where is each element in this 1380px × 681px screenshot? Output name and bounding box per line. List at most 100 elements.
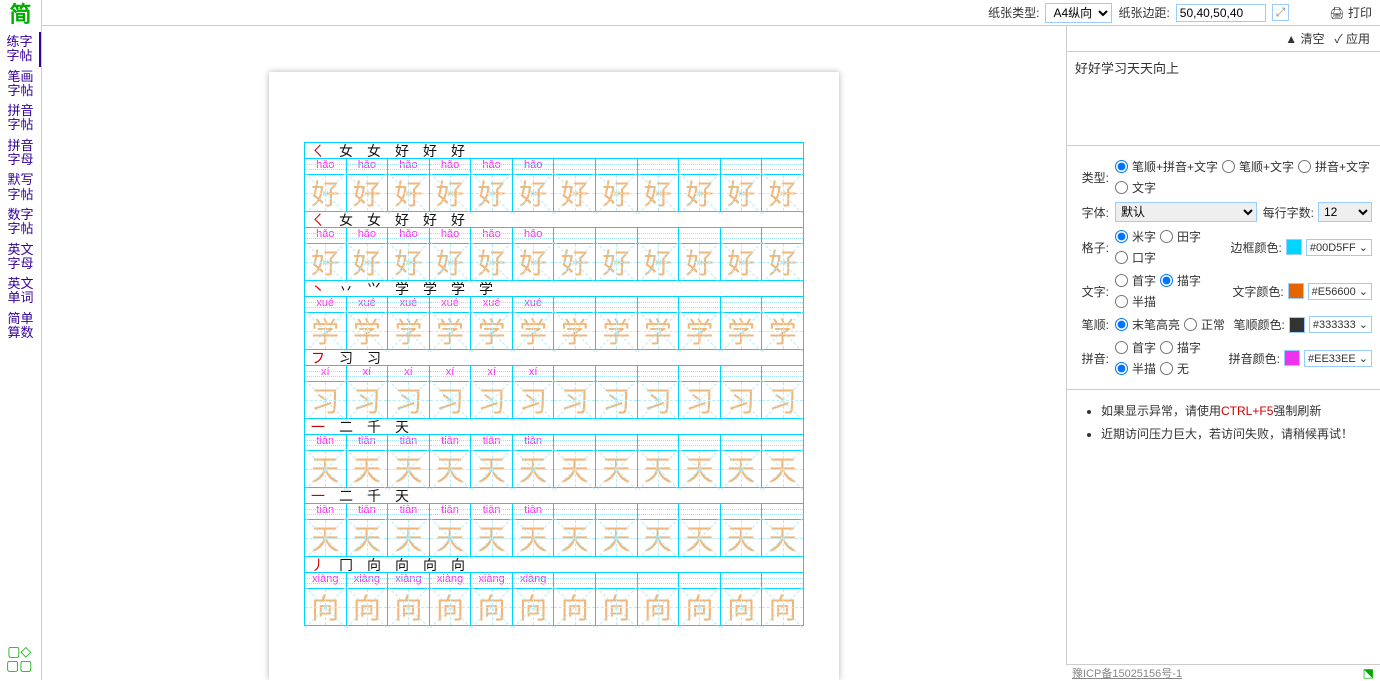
- radio-grid-0[interactable]: 米字: [1115, 228, 1156, 245]
- color-value-pinyin[interactable]: #EE33EE ⌄: [1304, 350, 1372, 367]
- stroke-row: 一二千天: [305, 419, 803, 435]
- radio-stroke-0[interactable]: 末笔高亮: [1115, 316, 1180, 333]
- radio-type-2[interactable]: 拼音+文字: [1298, 158, 1370, 175]
- color-value-grid[interactable]: #00D5FF ⌄: [1306, 239, 1372, 256]
- color-value-stroke[interactable]: #333333 ⌄: [1309, 316, 1372, 333]
- nav-item-1[interactable]: 笔画字帖: [0, 67, 41, 102]
- radio-stroke-1[interactable]: 正常: [1184, 316, 1225, 333]
- pinyin-cell: [762, 228, 803, 243]
- stroke-row: ㄑ女女好好好: [305, 212, 803, 228]
- font-select[interactable]: 默认: [1115, 202, 1257, 222]
- radio-text-1[interactable]: 描字: [1160, 272, 1201, 289]
- char-cell: 学: [471, 313, 513, 349]
- char-cell: 习: [554, 382, 596, 418]
- color-swatch-text[interactable]: [1288, 283, 1304, 299]
- icp-link[interactable]: 豫ICP备15025156号-1: [1072, 665, 1182, 681]
- pinyin-cell: [721, 573, 763, 588]
- nav-item-8[interactable]: 简单算数: [0, 309, 41, 344]
- margins-input[interactable]: [1176, 4, 1266, 22]
- pinyin-cell: [721, 504, 763, 519]
- pinyin-cell: hǎo: [347, 159, 389, 174]
- nav-item-4[interactable]: 默写字帖: [0, 170, 41, 205]
- char-cell: 好: [596, 175, 638, 211]
- opt-row-text: 文字:首字描字半描文字颜色:#E56600 ⌄: [1075, 272, 1372, 310]
- nav-item-0[interactable]: 练字字帖: [0, 32, 41, 67]
- char-row: 天天天天天天天天天天天天: [305, 520, 803, 556]
- char-cell: 天: [721, 520, 763, 556]
- char-cell: 好: [347, 244, 389, 280]
- char-block: ㄑ女女好好好hǎohǎohǎohǎohǎohǎo好好好好好好好好好好好好: [305, 212, 803, 281]
- shapes-icon[interactable]: ▢◇▢▢: [6, 644, 32, 672]
- nav-item-2[interactable]: 拼音字帖: [0, 101, 41, 136]
- pinyin-cell: [638, 228, 680, 243]
- radio-pinyin-3[interactable]: 无: [1160, 360, 1189, 377]
- char-cell: 天: [430, 451, 472, 487]
- radio-pinyin-0[interactable]: 首字: [1115, 339, 1156, 356]
- notice-item: 如果显示异常，请使用CTRL+F5强制刷新: [1101, 402, 1364, 419]
- footer: 豫ICP备15025156号-1 ⬔: [1066, 664, 1380, 680]
- char-cell: 习: [679, 382, 721, 418]
- perline-select[interactable]: 12: [1318, 202, 1372, 222]
- text-input[interactable]: 好好学习天天向上: [1067, 52, 1380, 146]
- color-swatch-stroke[interactable]: [1289, 317, 1305, 333]
- char-cell: 学: [638, 313, 680, 349]
- pinyin-cell: tiān: [430, 504, 472, 519]
- expand-icon[interactable]: ⤢: [1272, 4, 1290, 21]
- color-value-text[interactable]: #E56600 ⌄: [1308, 283, 1372, 300]
- nav-item-7[interactable]: 英文单词: [0, 274, 41, 309]
- pinyin-cell: tiān: [471, 435, 513, 450]
- pinyin-cell: [554, 366, 596, 381]
- radio-type-1[interactable]: 笔顺+文字: [1222, 158, 1294, 175]
- pinyin-cell: [638, 504, 680, 519]
- char-cell: 向: [471, 589, 513, 625]
- char-cell: 向: [638, 589, 680, 625]
- char-cell: 天: [513, 520, 555, 556]
- char-block: 一二千天tiāntiāntiāntiāntiāntiān天天天天天天天天天天天天: [305, 488, 803, 557]
- pinyin-cell: xiàng: [305, 573, 347, 588]
- pinyin-cell: [762, 504, 803, 519]
- pinyin-cell: hǎo: [388, 228, 430, 243]
- radio-grid-2[interactable]: 口字: [1115, 249, 1156, 266]
- char-cell: 好: [554, 244, 596, 280]
- radio-type-0[interactable]: 笔顺+拼音+文字: [1115, 158, 1218, 175]
- radio-text-2[interactable]: 半描: [1115, 293, 1156, 310]
- paper-type-select[interactable]: A4纵向: [1045, 3, 1112, 23]
- nav-item-5[interactable]: 数字字帖: [0, 205, 41, 240]
- pinyin-cell: [596, 435, 638, 450]
- char-cell: 天: [554, 520, 596, 556]
- expand-footer-icon[interactable]: ⬔: [1363, 666, 1374, 680]
- char-cell: 好: [554, 175, 596, 211]
- pinyin-cell: [762, 159, 803, 174]
- radio-type-3[interactable]: 文字: [1115, 179, 1156, 196]
- radio-pinyin-2[interactable]: 半描: [1115, 360, 1156, 377]
- pinyin-cell: [596, 228, 638, 243]
- color-swatch-pinyin[interactable]: [1284, 350, 1300, 366]
- pinyin-cell: hǎo: [388, 159, 430, 174]
- char-cell: 好: [388, 244, 430, 280]
- color-swatch-grid[interactable]: [1286, 239, 1302, 255]
- pinyin-cell: [762, 435, 803, 450]
- clear-button[interactable]: ▲ 清空: [1285, 30, 1324, 47]
- nav-item-6[interactable]: 英文字母: [0, 240, 41, 275]
- radio-grid-1[interactable]: 田字: [1160, 228, 1201, 245]
- radio-pinyin-1[interactable]: 描字: [1160, 339, 1201, 356]
- nav-item-3[interactable]: 拼音字母: [0, 136, 41, 171]
- char-cell: 好: [762, 244, 803, 280]
- char-cell: 学: [513, 313, 555, 349]
- print-button[interactable]: 🖨 打印: [1329, 4, 1372, 21]
- pinyin-cell: xí: [471, 366, 513, 381]
- pinyin-cell: [721, 159, 763, 174]
- char-row: 好好好好好好好好好好好好: [305, 175, 803, 211]
- opt-row-pinyin: 拼音:首字描字半描无拼音颜色:#EE33EE ⌄: [1075, 339, 1372, 377]
- char-cell: 学: [347, 313, 389, 349]
- char-cell: 向: [513, 589, 555, 625]
- char-cell: 习: [305, 382, 347, 418]
- char-cell: 天: [638, 520, 680, 556]
- char-cell: 好: [679, 175, 721, 211]
- char-cell: 习: [638, 382, 680, 418]
- char-cell: 好: [471, 175, 513, 211]
- apply-button[interactable]: ✓ 应用: [1334, 30, 1370, 47]
- radio-text-0[interactable]: 首字: [1115, 272, 1156, 289]
- margins-label: 纸张边距:: [1118, 4, 1169, 21]
- stroke-row: フ习习: [305, 350, 803, 366]
